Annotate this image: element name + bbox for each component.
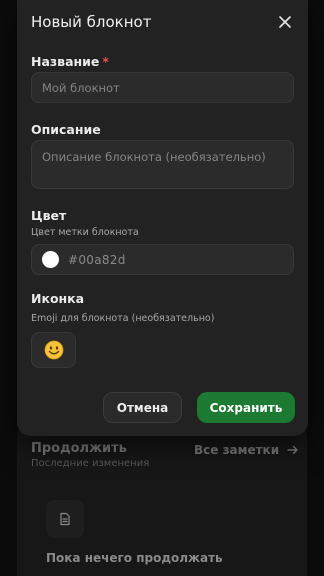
all-notes-label: Все заметки <box>194 443 280 457</box>
smiley-face-icon <box>44 340 63 360</box>
all-notes-link[interactable]: Все заметки <box>194 443 299 457</box>
color-field[interactable]: #00a82d <box>31 244 294 275</box>
empty-state-text: Пока нечего продолжать <box>46 551 223 565</box>
name-label: Название * <box>31 54 109 69</box>
emoji-picker-button[interactable] <box>31 332 76 368</box>
close-button[interactable] <box>276 13 294 31</box>
continue-title: Продолжить <box>31 441 127 456</box>
cancel-button[interactable]: Отмена <box>103 392 182 423</box>
description-input[interactable] <box>31 140 294 189</box>
icon-hint: Emoji для блокнота (необязательно) <box>31 313 215 324</box>
screen: Продолжить Последние изменения Все замет… <box>0 0 324 576</box>
arrow-right-icon <box>287 445 298 455</box>
document-icon-box <box>46 500 84 538</box>
name-label-text: Название <box>31 54 100 69</box>
required-mark: * <box>102 54 109 69</box>
new-notebook-dialog: Новый блокнот Название* Описание Цвет Цв… <box>17 0 308 436</box>
continue-subtitle: Последние изменения <box>31 458 150 469</box>
dialog-title: Новый блокнот <box>31 13 152 31</box>
color-swatch[interactable] <box>42 251 59 268</box>
icon-label: Иконка <box>31 291 85 306</box>
name-input[interactable] <box>31 72 294 103</box>
color-label: Цвет <box>31 208 67 223</box>
close-icon <box>279 16 291 28</box>
save-button[interactable]: Сохранить <box>197 392 295 423</box>
description-label: Описание <box>31 122 101 137</box>
color-hint: Цвет метки блокнота <box>31 227 139 238</box>
document-icon <box>60 512 70 526</box>
color-value: #00a82d <box>68 252 126 267</box>
